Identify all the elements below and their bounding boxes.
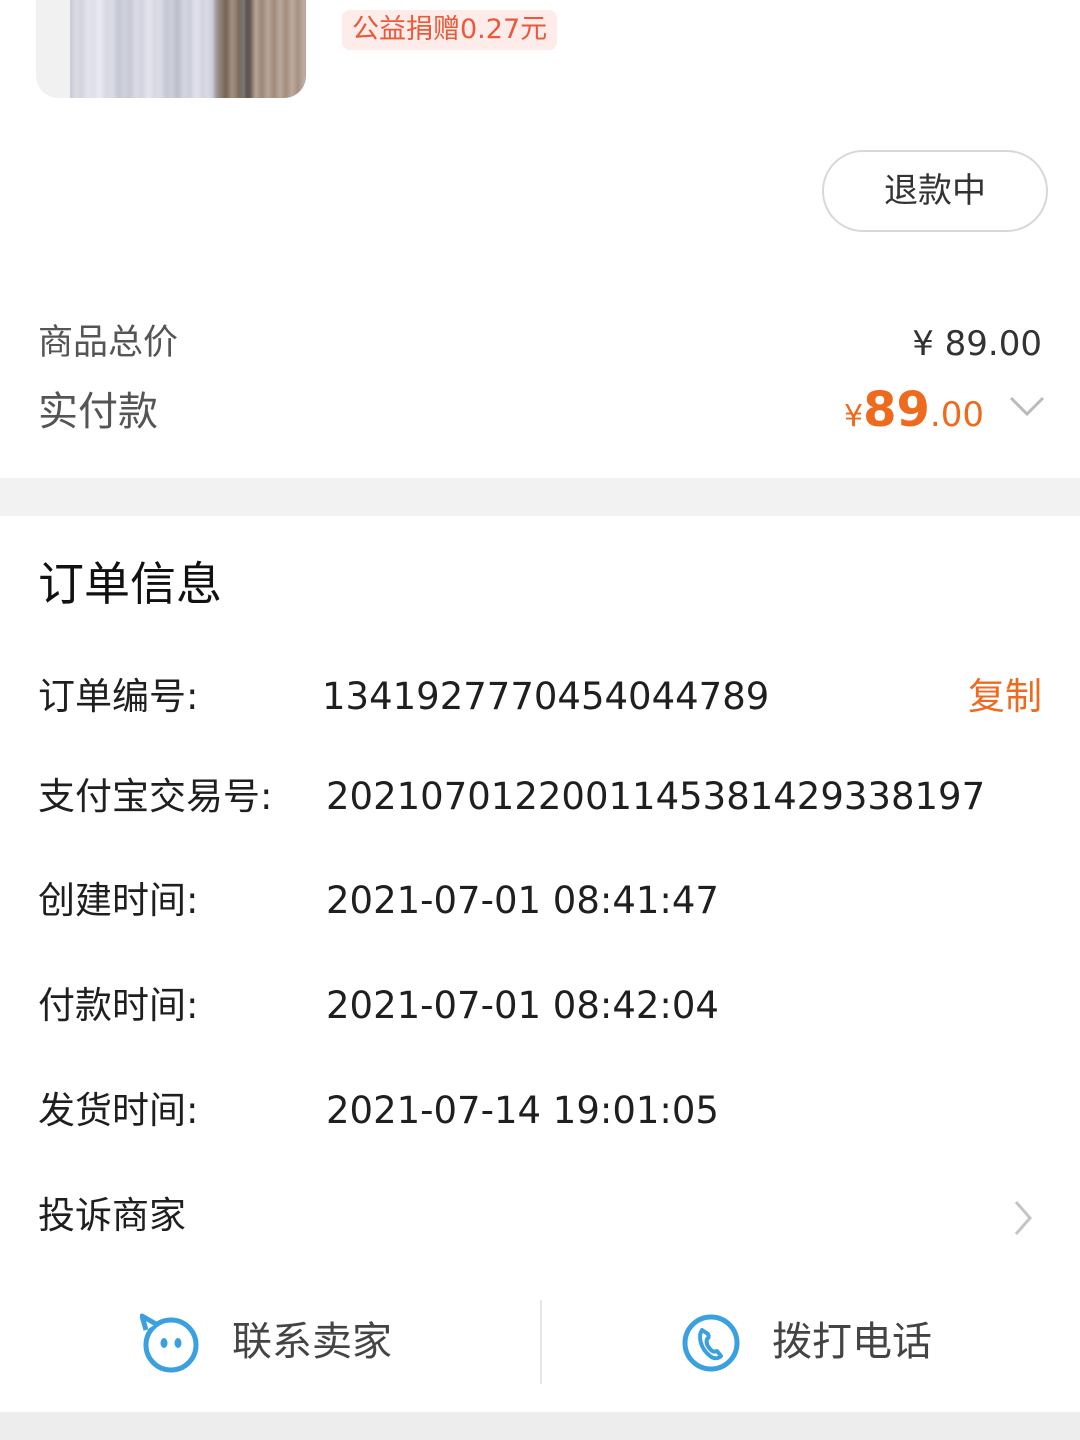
contact-seller-label: 联系卖家 [232,1319,392,1365]
product-card: 公益捐赠0.27元 退款中 商品总价 ¥ 89.00 实付款 ¥89.00 [0,0,1080,478]
product-image [70,0,306,98]
call-phone-button[interactable]: 拨打电话 [680,1306,960,1378]
total-price-value: ¥ 89.00 [912,324,1042,364]
copy-order-number-button[interactable]: 复制 [968,672,1042,722]
phone-icon [682,1314,740,1372]
payment-time-value: 2021-07-01 08:42:04 [326,984,719,1027]
paid-amount-decimal: .00 [929,395,984,435]
alipay-trade-number-label: 支付宝交易号: [38,775,273,818]
charity-donation-badge: 公益捐赠0.27元 [342,10,558,50]
created-time-label: 创建时间: [38,879,199,922]
order-info-card: 订单信息 订单编号: 1341927770454044789 复制 支付宝交易号… [0,516,1080,1412]
created-time-value: 2021-07-01 08:41:47 [326,879,719,922]
chevron-down-icon[interactable] [1007,390,1047,422]
paid-amount-label: 实付款 [38,389,158,435]
shipping-time-label: 发货时间: [38,1089,199,1132]
chat-face-icon [140,1313,199,1373]
contact-seller-button[interactable]: 联系卖家 [140,1306,420,1378]
paid-amount-value: ¥89.00 [844,382,984,438]
order-info-title: 订单信息 [38,557,222,611]
order-number-value: 1341927770454044789 [322,675,770,718]
chevron-right-icon[interactable] [1010,1198,1036,1238]
total-price-label: 商品总价 [38,323,179,363]
order-number-label: 订单编号: [38,675,199,718]
bottom-separator [0,1412,1080,1440]
payment-time-label: 付款时间: [38,984,199,1027]
action-divider [540,1300,542,1384]
paid-currency-symbol: ¥ [844,399,864,434]
refund-status-button[interactable]: 退款中 [822,150,1048,232]
alipay-trade-number-value: 2021070122001145381429338197 [326,775,986,818]
call-phone-label: 拨打电话 [772,1319,932,1365]
shipping-time-value: 2021-07-14 19:01:05 [326,1089,719,1132]
product-thumbnail[interactable] [36,0,306,98]
paid-amount-integer: 89 [863,382,930,438]
complain-merchant-link[interactable]: 投诉商家 [38,1191,186,1241]
